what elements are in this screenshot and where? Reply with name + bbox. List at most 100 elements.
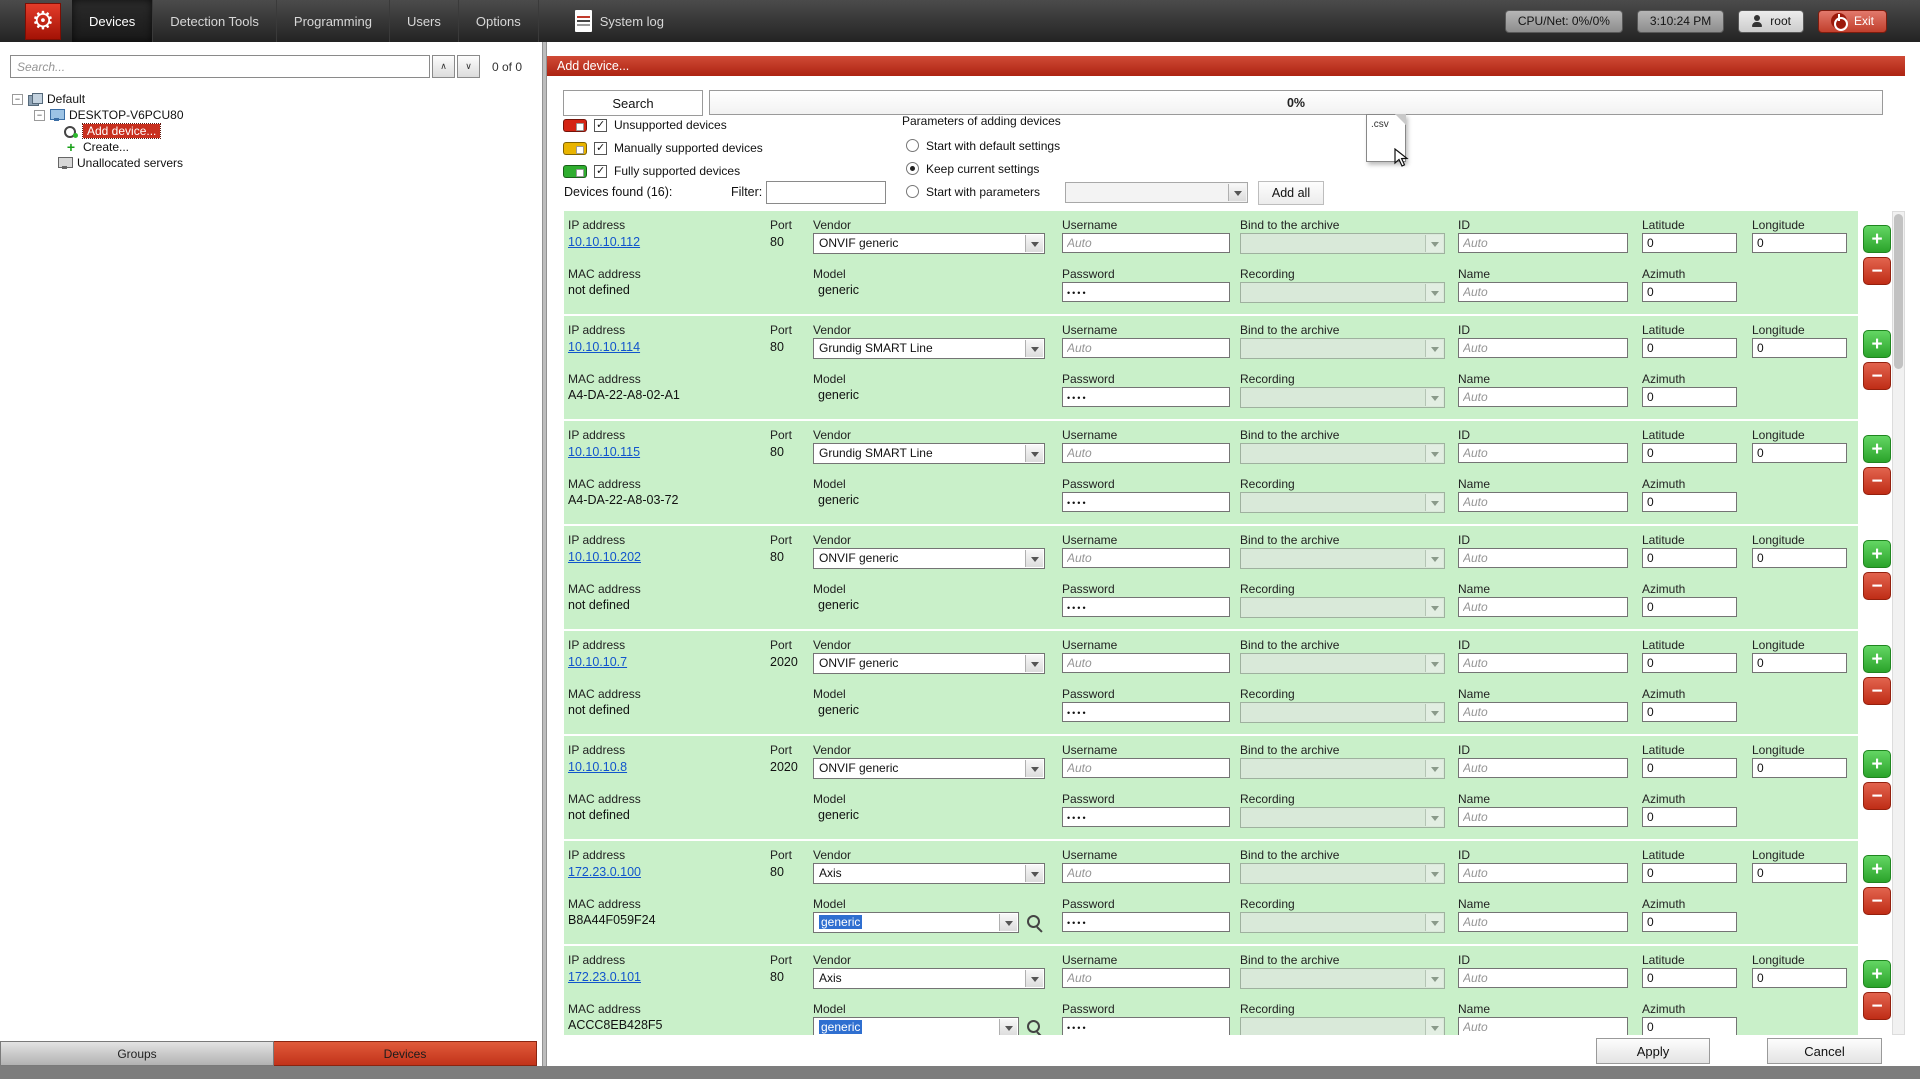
ip-address-link[interactable]: 10.10.10.112 [568, 235, 640, 249]
name-input[interactable] [1458, 387, 1628, 407]
latitude-input[interactable] [1642, 443, 1737, 463]
add-device-row-button[interactable]: + [1863, 960, 1891, 988]
password-input[interactable] [1062, 912, 1230, 932]
add-all-button[interactable]: Add all [1258, 181, 1324, 205]
azimuth-input[interactable] [1642, 282, 1737, 302]
settings-gear-button[interactable]: ⚙ [25, 3, 61, 40]
filter-checkbox[interactable]: ✓ [594, 119, 607, 132]
recording-combobox[interactable] [1240, 492, 1445, 513]
vendor-combobox[interactable]: ONVIF generic [813, 653, 1045, 674]
add-device-row-button[interactable]: + [1863, 750, 1891, 778]
password-input[interactable] [1062, 387, 1230, 407]
id-input[interactable] [1458, 233, 1628, 253]
username-input[interactable] [1062, 758, 1230, 778]
tree-item-default[interactable]: − Default [12, 91, 536, 107]
radio-option[interactable]: Keep current settings [906, 160, 1061, 177]
nav-tab[interactable]: Programming [277, 0, 390, 42]
nav-tab[interactable]: Options [459, 0, 539, 42]
longitude-input[interactable] [1752, 653, 1847, 673]
add-device-row-button[interactable]: + [1863, 855, 1891, 883]
remove-device-row-button[interactable]: − [1863, 257, 1891, 285]
longitude-input[interactable] [1752, 233, 1847, 253]
password-input[interactable] [1062, 807, 1230, 827]
model-search-icon[interactable] [1026, 914, 1044, 932]
username-input[interactable] [1062, 548, 1230, 568]
remove-device-row-button[interactable]: − [1863, 467, 1891, 495]
latitude-input[interactable] [1642, 968, 1737, 988]
vendor-combobox[interactable]: ONVIF generic [813, 758, 1045, 779]
vendor-combobox[interactable]: ONVIF generic [813, 233, 1045, 254]
latitude-input[interactable] [1642, 548, 1737, 568]
collapse-icon[interactable]: − [12, 94, 23, 105]
id-input[interactable] [1458, 758, 1628, 778]
bind-archive-combobox[interactable] [1240, 338, 1445, 359]
azimuth-input[interactable] [1642, 702, 1737, 722]
recording-combobox[interactable] [1240, 702, 1445, 723]
remove-device-row-button[interactable]: − [1863, 887, 1891, 915]
filter-checkbox[interactable]: ✓ [594, 165, 607, 178]
add-device-row-button[interactable]: + [1863, 330, 1891, 358]
password-input[interactable] [1062, 597, 1230, 617]
exit-button[interactable]: Exit [1818, 10, 1887, 33]
tree-item-unallocated-servers[interactable]: Unallocated servers [12, 155, 536, 171]
bind-archive-combobox[interactable] [1240, 758, 1445, 779]
username-input[interactable] [1062, 233, 1230, 253]
remove-device-row-button[interactable]: − [1863, 782, 1891, 810]
ip-address-link[interactable]: 10.10.10.202 [568, 550, 641, 564]
add-device-row-button[interactable]: + [1863, 225, 1891, 253]
id-input[interactable] [1458, 548, 1628, 568]
search-next-button[interactable]: ∨ [457, 55, 480, 78]
azimuth-input[interactable] [1642, 387, 1737, 407]
add-device-row-button[interactable]: + [1863, 540, 1891, 568]
ip-address-link[interactable]: 172.23.0.101 [568, 970, 641, 984]
password-input[interactable] [1062, 1017, 1230, 1035]
username-input[interactable] [1062, 338, 1230, 358]
device-list-scrollbar[interactable] [1892, 211, 1905, 1035]
latitude-input[interactable] [1642, 653, 1737, 673]
name-input[interactable] [1458, 1017, 1628, 1035]
ip-address-link[interactable]: 10.10.10.115 [568, 445, 640, 459]
azimuth-input[interactable] [1642, 597, 1737, 617]
bind-archive-combobox[interactable] [1240, 968, 1445, 989]
longitude-input[interactable] [1752, 338, 1847, 358]
nav-tab[interactable]: Detection Tools [153, 0, 277, 42]
azimuth-input[interactable] [1642, 912, 1737, 932]
password-input[interactable] [1062, 492, 1230, 512]
longitude-input[interactable] [1752, 758, 1847, 778]
recording-combobox[interactable] [1240, 282, 1445, 303]
azimuth-input[interactable] [1642, 807, 1737, 827]
latitude-input[interactable] [1642, 233, 1737, 253]
username-input[interactable] [1062, 968, 1230, 988]
vendor-combobox[interactable]: ONVIF generic [813, 548, 1045, 569]
name-input[interactable] [1458, 282, 1628, 302]
nav-tab[interactable]: Devices [72, 0, 153, 42]
latitude-input[interactable] [1642, 863, 1737, 883]
recording-combobox[interactable] [1240, 597, 1445, 618]
name-input[interactable] [1458, 912, 1628, 932]
ip-address-link[interactable]: 10.10.10.7 [568, 655, 627, 669]
system-log-button[interactable]: System log [575, 10, 664, 32]
user-badge[interactable]: root [1738, 10, 1804, 33]
tree-item-create[interactable]: + Create... [12, 139, 536, 155]
recording-combobox[interactable] [1240, 912, 1445, 933]
azimuth-input[interactable] [1642, 1017, 1737, 1035]
bind-archive-combobox[interactable] [1240, 863, 1445, 884]
username-input[interactable] [1062, 443, 1230, 463]
model-search-icon[interactable] [1026, 1019, 1044, 1035]
azimuth-input[interactable] [1642, 492, 1737, 512]
bind-archive-combobox[interactable] [1240, 548, 1445, 569]
bind-archive-combobox[interactable] [1240, 653, 1445, 674]
ip-address-link[interactable]: 172.23.0.100 [568, 865, 641, 879]
model-combobox[interactable]: generic [813, 1017, 1019, 1035]
search-input[interactable] [10, 55, 430, 78]
cancel-button[interactable]: Cancel [1767, 1038, 1882, 1064]
ip-address-link[interactable]: 10.10.10.114 [568, 340, 640, 354]
vendor-combobox[interactable]: Axis [813, 968, 1045, 989]
id-input[interactable] [1458, 653, 1628, 673]
add-device-row-button[interactable]: + [1863, 435, 1891, 463]
remove-device-row-button[interactable]: − [1863, 992, 1891, 1020]
tab-groups[interactable]: Groups [0, 1041, 274, 1066]
id-input[interactable] [1458, 968, 1628, 988]
filter-input[interactable] [766, 181, 886, 204]
tree-item-server[interactable]: − DESKTOP-V6PCU80 [12, 107, 536, 123]
